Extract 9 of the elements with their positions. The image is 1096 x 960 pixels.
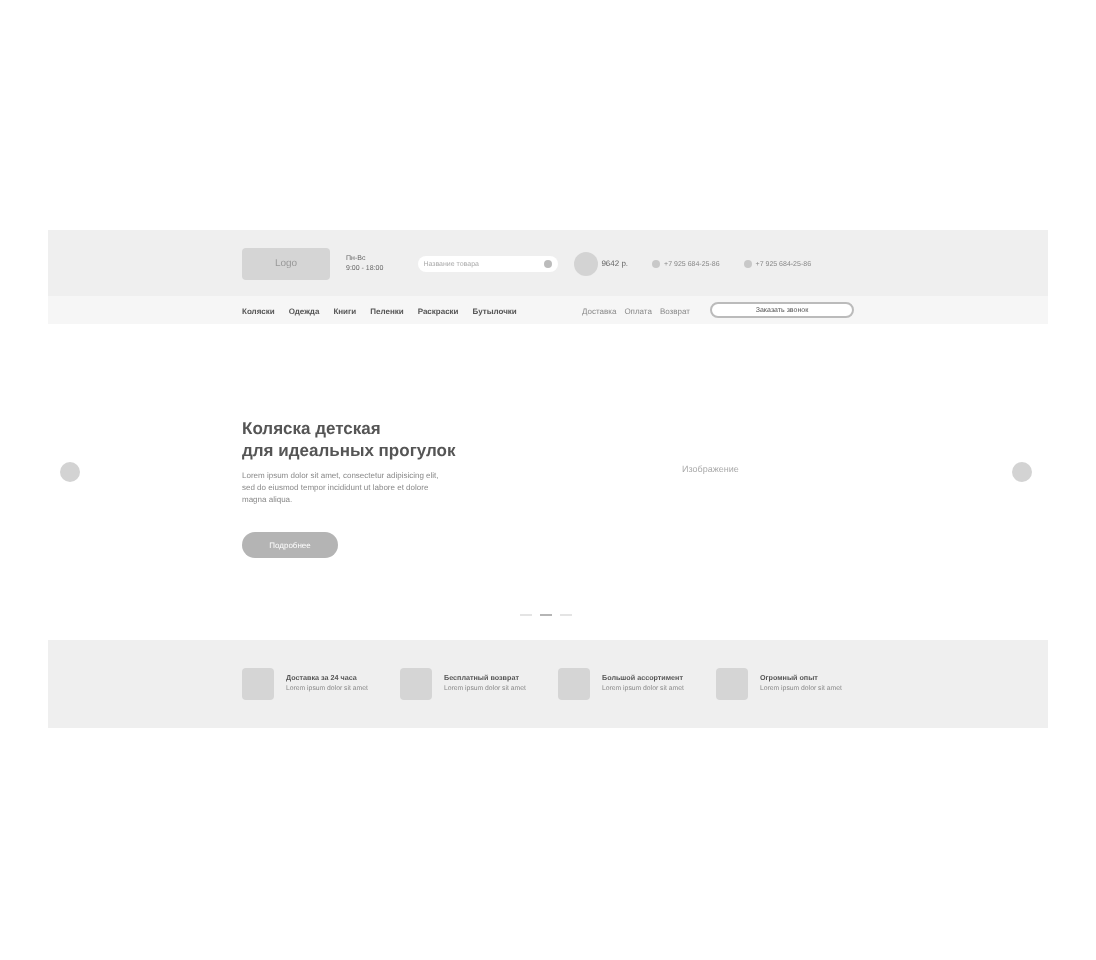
- feature-icon: [242, 668, 274, 700]
- prev-slide-button[interactable]: [60, 462, 80, 482]
- feature-icon: [558, 668, 590, 700]
- feature-icon: [400, 668, 432, 700]
- next-slide-button[interactable]: [1012, 462, 1032, 482]
- hero-title: Коляска детская: [242, 418, 383, 440]
- hero-title: для идеальных прогулок: [242, 440, 458, 462]
- feature-icon: [716, 668, 748, 700]
- slide-indicator[interactable]: [540, 614, 552, 616]
